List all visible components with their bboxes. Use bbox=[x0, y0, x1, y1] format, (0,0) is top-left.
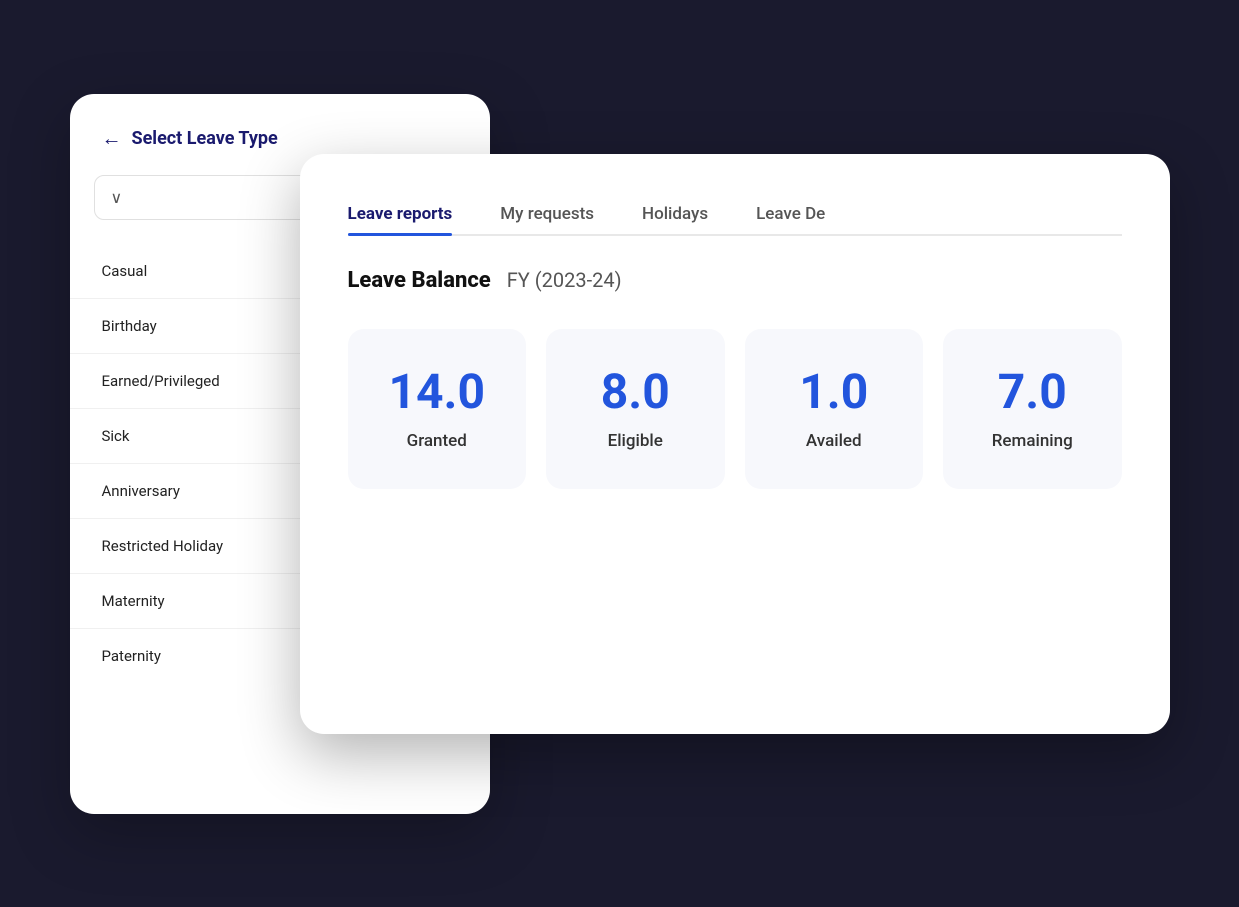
stat-card-granted: 14.0 Granted bbox=[348, 329, 527, 489]
chevron-down-icon: ∨ bbox=[111, 188, 123, 207]
fy-label: FY (2023-24) bbox=[507, 268, 622, 292]
tabs: Leave reports My requests Holidays Leave… bbox=[348, 194, 1122, 236]
stat-label-granted: Granted bbox=[407, 431, 467, 451]
balance-header: Leave Balance FY (2023-24) bbox=[348, 268, 1122, 293]
stat-card-remaining: 7.0 Remaining bbox=[943, 329, 1122, 489]
stat-value-granted: 14.0 bbox=[388, 366, 485, 419]
panel-title: Select Leave Type bbox=[132, 128, 278, 149]
stat-label-remaining: Remaining bbox=[992, 431, 1073, 451]
stat-value-remaining: 7.0 bbox=[998, 366, 1067, 419]
stat-label-eligible: Eligible bbox=[608, 431, 663, 451]
scene: ← Select Leave Type ∨ Casual Birthday Ea… bbox=[70, 64, 1170, 844]
leave-balance-panel: Leave reports My requests Holidays Leave… bbox=[300, 154, 1170, 734]
tab-leave-reports[interactable]: Leave reports bbox=[348, 194, 453, 234]
stat-label-availed: Availed bbox=[806, 431, 862, 451]
tab-my-requests[interactable]: My requests bbox=[500, 194, 594, 234]
stat-card-availed: 1.0 Availed bbox=[745, 329, 924, 489]
stat-value-eligible: 8.0 bbox=[601, 366, 670, 419]
balance-title: Leave Balance bbox=[348, 268, 491, 293]
tab-leave-de[interactable]: Leave De bbox=[756, 194, 825, 234]
tab-holidays[interactable]: Holidays bbox=[642, 194, 708, 234]
stat-card-eligible: 8.0 Eligible bbox=[546, 329, 725, 489]
stats-grid: 14.0 Granted 8.0 Eligible 1.0 Availed 7.… bbox=[348, 329, 1122, 489]
stat-value-availed: 1.0 bbox=[799, 366, 868, 419]
back-arrow-icon[interactable]: ← bbox=[102, 126, 122, 151]
